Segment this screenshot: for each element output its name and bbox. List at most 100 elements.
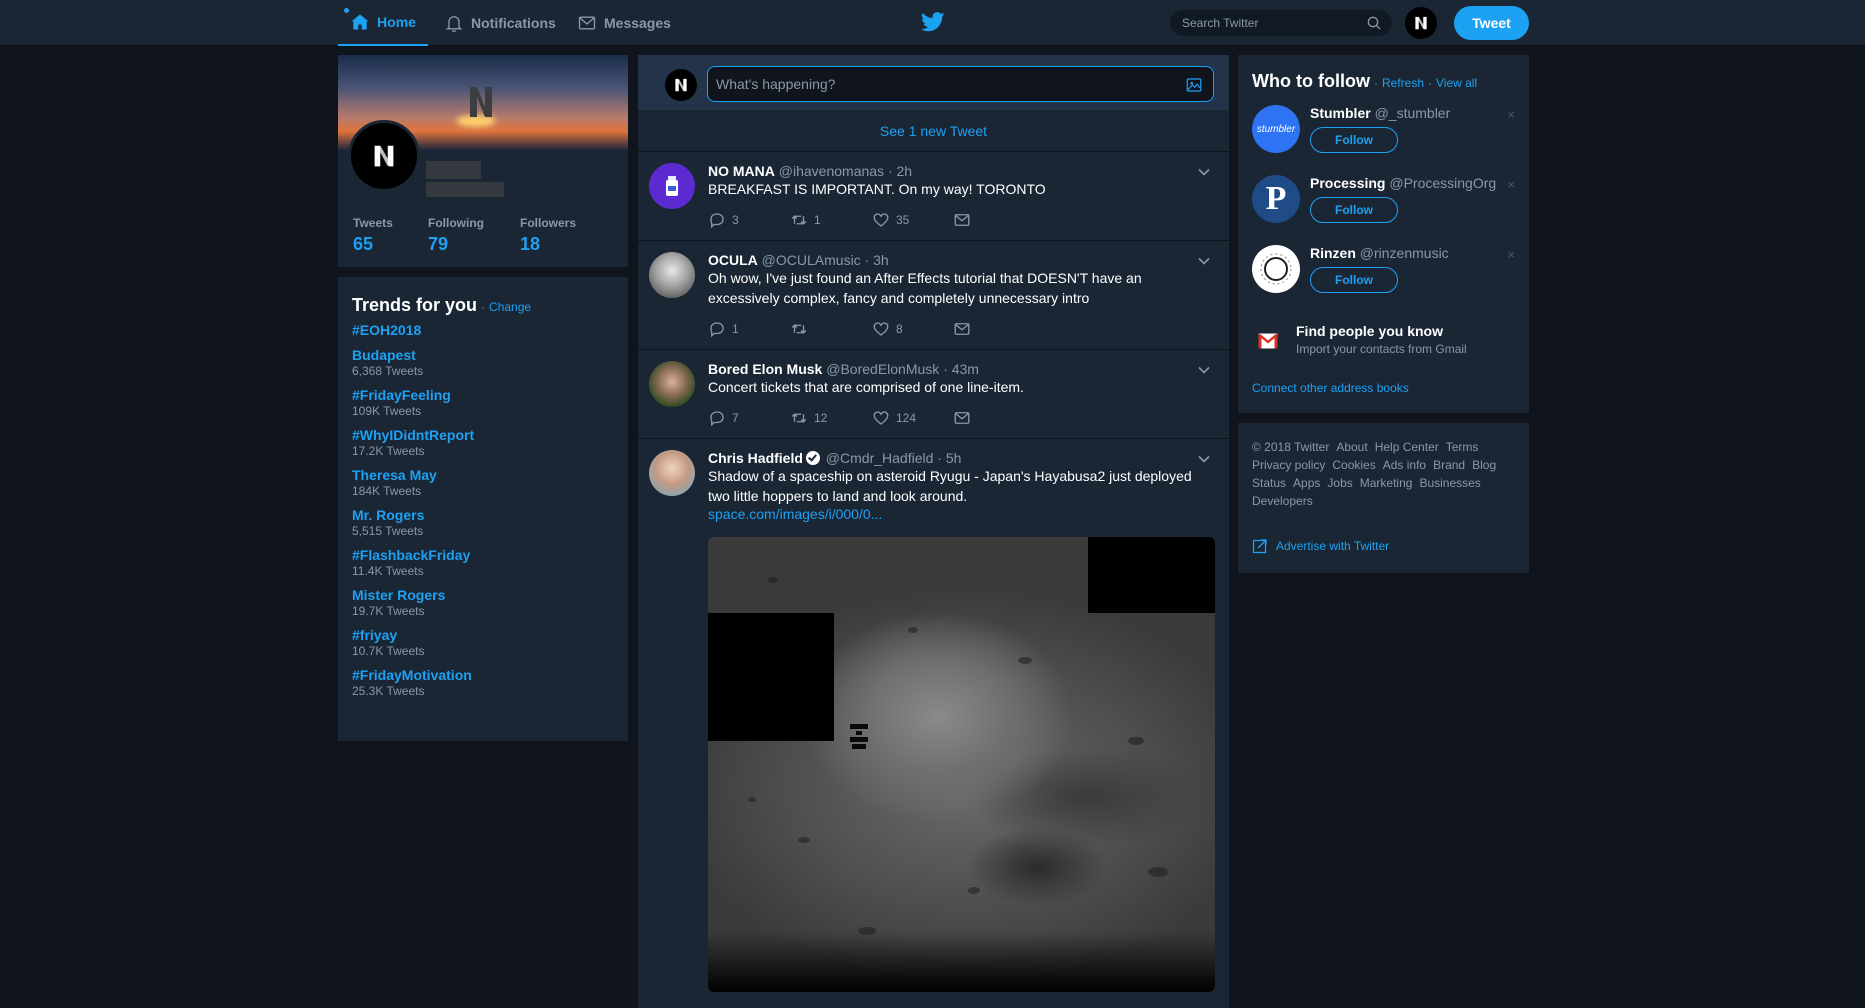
close-icon[interactable]: × bbox=[1507, 177, 1515, 192]
reply-action[interactable]: 7 bbox=[708, 409, 739, 427]
stat-followers[interactable]: Followers 18 bbox=[520, 216, 576, 255]
suggestion-avatar[interactable]: stumbler bbox=[1252, 105, 1300, 153]
connect-address-books-link[interactable]: Connect other address books bbox=[1252, 381, 1409, 395]
suggestion-avatar[interactable]: P bbox=[1252, 175, 1300, 223]
stat-tweets[interactable]: Tweets 65 bbox=[353, 216, 393, 255]
follow-suggestion[interactable]: Rinzen @rinzenmusic × Follow bbox=[1252, 245, 1515, 303]
suggestion-name[interactable]: Stumbler bbox=[1310, 105, 1371, 121]
follow-suggestion[interactable]: P Processing @ProcessingOrg × Follow bbox=[1252, 175, 1515, 233]
dm-action[interactable] bbox=[953, 320, 971, 338]
suggestion-avatar[interactable] bbox=[1252, 245, 1300, 293]
like-action[interactable]: 8 bbox=[872, 320, 903, 338]
tweet-time[interactable]: · 43m bbox=[943, 361, 979, 377]
retweet-action[interactable]: 1 bbox=[790, 211, 821, 229]
chevron-down-icon[interactable] bbox=[1197, 363, 1211, 377]
trend-item[interactable]: #EOH2018 bbox=[352, 322, 614, 338]
photo-icon[interactable] bbox=[1185, 76, 1203, 94]
like-action[interactable]: 35 bbox=[872, 211, 909, 229]
tweet[interactable]: Chris Hadfield @Cmdr_Hadfield · 5h Shado… bbox=[638, 439, 1229, 1008]
search-icon[interactable] bbox=[1366, 15, 1382, 31]
tweet-media-image[interactable] bbox=[708, 537, 1215, 992]
close-icon[interactable]: × bbox=[1507, 247, 1515, 262]
retweet-action[interactable]: 12 bbox=[790, 409, 827, 427]
tweet-time[interactable]: · 5h bbox=[937, 450, 961, 466]
nav-messages[interactable]: Messages bbox=[577, 0, 671, 46]
suggestion-handle[interactable]: @rinzenmusic bbox=[1360, 245, 1449, 261]
nav-notifications[interactable]: Notifications bbox=[444, 0, 556, 46]
profile-avatar[interactable] bbox=[348, 120, 420, 192]
tweet[interactable]: Bored Elon Musk @BoredElonMusk · 43m Con… bbox=[638, 350, 1229, 439]
chevron-down-icon[interactable] bbox=[1197, 254, 1211, 268]
footer-link[interactable]: Blog bbox=[1472, 458, 1496, 472]
tweet-author-handle[interactable]: @Cmdr_Hadfield bbox=[826, 450, 934, 466]
tweet[interactable]: OCULA @OCULAmusic · 3h Oh wow, I've just… bbox=[638, 241, 1229, 350]
search-input[interactable] bbox=[1182, 16, 1352, 30]
tweet-time[interactable]: · 3h bbox=[865, 252, 889, 268]
footer-link[interactable]: Help Center bbox=[1375, 440, 1439, 454]
follow-button[interactable]: Follow bbox=[1310, 197, 1398, 223]
footer-link[interactable]: About bbox=[1336, 440, 1367, 454]
tweet-author-name[interactable]: Bored Elon Musk bbox=[708, 361, 822, 377]
trend-item[interactable]: #friyay 10.7K Tweets bbox=[352, 627, 614, 658]
trend-item[interactable]: Theresa May 184K Tweets bbox=[352, 467, 614, 498]
footer-link[interactable]: Businesses bbox=[1419, 476, 1480, 490]
trend-item[interactable]: Mister Rogers 19.7K Tweets bbox=[352, 587, 614, 618]
tweet-avatar[interactable] bbox=[649, 361, 695, 407]
trends-change-link[interactable]: Change bbox=[489, 300, 531, 314]
trend-item[interactable]: #FlashbackFriday 11.4K Tweets bbox=[352, 547, 614, 578]
reply-action[interactable]: 3 bbox=[708, 211, 739, 229]
tweet-author-name[interactable]: OCULA bbox=[708, 252, 758, 268]
dm-action[interactable] bbox=[953, 409, 971, 427]
close-icon[interactable]: × bbox=[1507, 107, 1515, 122]
suggestion-name[interactable]: Rinzen bbox=[1310, 245, 1356, 261]
reply-action[interactable]: 1 bbox=[708, 320, 739, 338]
find-people[interactable]: Find people you know Import your contact… bbox=[1252, 323, 1515, 363]
footer-link[interactable]: Status bbox=[1252, 476, 1286, 490]
follow-button[interactable]: Follow bbox=[1310, 127, 1398, 153]
suggestion-handle[interactable]: @ProcessingOrg bbox=[1389, 175, 1496, 191]
tweet-author-handle[interactable]: @BoredElonMusk bbox=[826, 361, 939, 377]
view-all-link[interactable]: View all bbox=[1436, 76, 1477, 90]
search-box[interactable] bbox=[1170, 10, 1392, 36]
tweet-author-name[interactable]: NO MANA bbox=[708, 163, 775, 179]
compose-field[interactable] bbox=[707, 66, 1214, 102]
follow-suggestion[interactable]: stumbler Stumbler @_stumbler × Follow bbox=[1252, 105, 1515, 163]
advertise-link[interactable]: Advertise with Twitter bbox=[1252, 538, 1389, 554]
trend-item[interactable]: #FridayMotivation 25.3K Tweets bbox=[352, 667, 614, 698]
chevron-down-icon[interactable] bbox=[1197, 165, 1211, 179]
tweet-link[interactable]: space.com/images/i/000/0... bbox=[708, 506, 882, 522]
tweet-author-handle[interactable]: @OCULAmusic bbox=[762, 252, 861, 268]
footer-link[interactable]: Jobs bbox=[1327, 476, 1352, 490]
tweet-avatar[interactable] bbox=[649, 450, 695, 496]
tweet-author-name[interactable]: Chris Hadfield bbox=[708, 450, 803, 466]
footer-link[interactable]: Terms bbox=[1446, 440, 1479, 454]
dm-action[interactable] bbox=[953, 211, 971, 229]
suggestion-handle[interactable]: @_stumbler bbox=[1375, 105, 1451, 121]
tweet-button[interactable]: Tweet bbox=[1454, 6, 1529, 40]
new-tweets-bar[interactable]: See 1 new Tweet bbox=[638, 110, 1229, 152]
footer-link[interactable]: Cookies bbox=[1332, 458, 1375, 472]
nav-home[interactable]: Home bbox=[338, 0, 428, 46]
chevron-down-icon[interactable] bbox=[1197, 452, 1211, 466]
tweet-avatar[interactable] bbox=[649, 252, 695, 298]
retweet-action[interactable] bbox=[790, 320, 814, 338]
footer-link[interactable]: Privacy policy bbox=[1252, 458, 1325, 472]
refresh-link[interactable]: Refresh bbox=[1382, 76, 1424, 90]
suggestion-name[interactable]: Processing bbox=[1310, 175, 1385, 191]
tweet[interactable]: NO MANA @ihavenomanas · 2h BREAKFAST IS … bbox=[638, 152, 1229, 241]
trend-item[interactable]: #WhyIDidntReport 17.2K Tweets bbox=[352, 427, 614, 458]
trend-item[interactable]: Mr. Rogers 5,515 Tweets bbox=[352, 507, 614, 538]
compose-input[interactable] bbox=[716, 76, 1156, 92]
like-action[interactable]: 124 bbox=[872, 409, 916, 427]
tweet-avatar[interactable] bbox=[649, 163, 695, 209]
footer-link[interactable]: Apps bbox=[1293, 476, 1320, 490]
follow-button[interactable]: Follow bbox=[1310, 267, 1398, 293]
account-avatar[interactable] bbox=[1405, 7, 1437, 39]
tweet-author-handle[interactable]: @ihavenomanas bbox=[779, 163, 884, 179]
tweet-time[interactable]: · 2h bbox=[888, 163, 912, 179]
twitter-bird-icon[interactable] bbox=[921, 12, 945, 32]
footer-link[interactable]: Developers bbox=[1252, 494, 1313, 508]
footer-link[interactable]: Ads info bbox=[1383, 458, 1426, 472]
stat-following[interactable]: Following 79 bbox=[428, 216, 484, 255]
footer-link[interactable]: Marketing bbox=[1360, 476, 1413, 490]
